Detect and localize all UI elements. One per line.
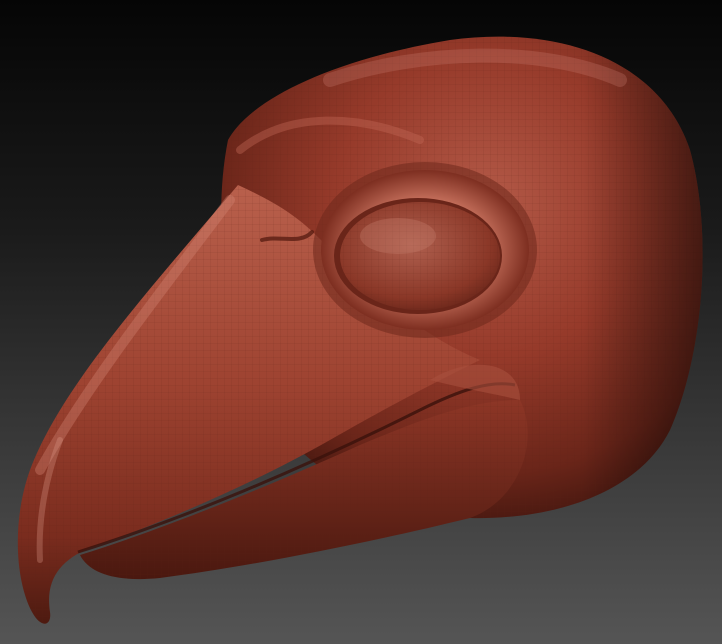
bird-head-render [17,36,703,624]
eye-socket [313,162,537,338]
sculpt-viewport[interactable] [0,0,722,644]
